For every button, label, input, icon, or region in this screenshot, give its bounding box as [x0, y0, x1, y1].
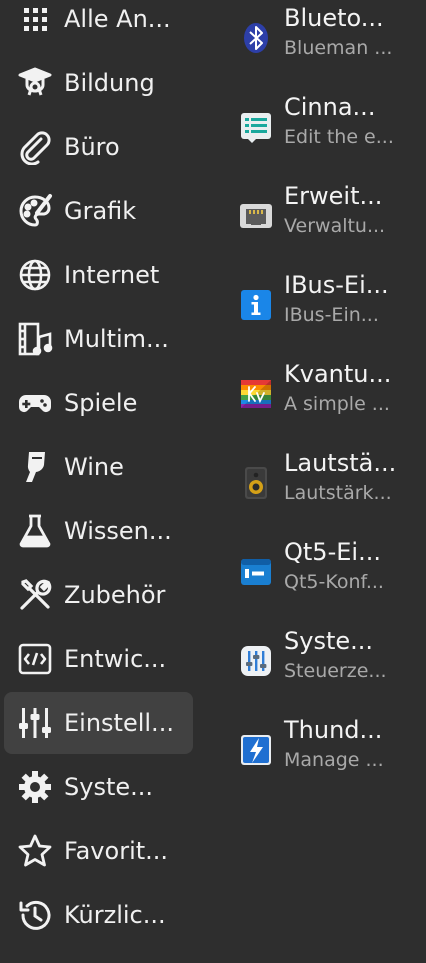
category-settings[interactable]: Einstell...: [4, 692, 193, 754]
app-description: Edit the e...: [284, 126, 394, 148]
app-description: A simple ...: [284, 393, 390, 415]
qt5-settings-icon: [238, 554, 274, 590]
category-label: Bildung: [64, 69, 155, 97]
category-label: Einstell...: [64, 709, 174, 737]
category-science[interactable]: Wissen...: [4, 500, 193, 562]
app-name: IBus-Ei...: [284, 271, 389, 299]
app-name: Thund...: [284, 716, 383, 744]
speaker-icon: [238, 465, 274, 501]
category-label: Kürzlic...: [64, 901, 166, 929]
category-label: Syste...: [64, 773, 154, 801]
category-label: Wissen...: [64, 517, 172, 545]
category-office[interactable]: Büro: [4, 116, 193, 178]
category-label: Favorit...: [64, 837, 169, 865]
app-description: Verwaltu...: [284, 215, 386, 237]
paperclip-icon: [17, 129, 53, 165]
tools-icon: [17, 577, 53, 613]
category-label: Spiele: [64, 389, 138, 417]
app-name: Lautstä...: [284, 449, 397, 477]
network-port-icon: [238, 198, 274, 234]
category-label: Entwic...: [64, 645, 167, 673]
app-description: Blueman ...: [284, 37, 393, 59]
code-icon: [17, 641, 53, 677]
app-name: Cinna...: [284, 93, 376, 121]
gamepad-icon: [17, 385, 53, 421]
graduation-cap-icon: [17, 65, 53, 101]
app-volume-control[interactable]: Lautstä... Lautstärk...: [230, 447, 420, 527]
app-description: Lautstärk...: [284, 482, 392, 504]
category-recent[interactable]: Kürzlic...: [4, 884, 193, 946]
app-cinnamon-menu-editor[interactable]: Cinna... Edit the e...: [230, 91, 420, 171]
category-system[interactable]: Syste...: [4, 756, 193, 818]
app-description: Manage ...: [284, 749, 384, 771]
category-development[interactable]: Entwic...: [4, 628, 193, 690]
gear-icon: [17, 769, 53, 805]
app-name: Kvantu...: [284, 360, 392, 388]
app-description: Steuerze...: [284, 660, 387, 682]
kvantum-icon: [238, 376, 274, 412]
category-wine[interactable]: Wine: [4, 436, 193, 498]
star-icon: [17, 833, 53, 869]
category-label: Zubehör: [64, 581, 166, 609]
cinnamon-menu-editor-icon: [238, 109, 274, 145]
history-icon: [17, 897, 53, 933]
app-description: IBus-Ein...: [284, 304, 379, 326]
thunderbolt-icon: [238, 732, 274, 768]
category-internet[interactable]: Internet: [4, 244, 193, 306]
app-name: Blueto...: [284, 4, 384, 32]
category-label: Multim...: [64, 325, 169, 353]
info-icon: [238, 287, 274, 323]
category-favorites[interactable]: Favorit...: [4, 820, 193, 882]
category-all-apps[interactable]: Alle An...: [4, 0, 193, 50]
app-advanced-network[interactable]: Erweit... Verwaltu...: [230, 180, 420, 260]
grid-icon: [17, 1, 53, 37]
sliders-icon: [17, 705, 53, 741]
app-kvantum[interactable]: Kvantu... A simple ...: [230, 358, 420, 438]
wine-glass-icon: [17, 449, 53, 485]
category-multimedia[interactable]: Multim...: [4, 308, 193, 370]
app-ibus-settings[interactable]: IBus-Ei... IBus-Ein...: [230, 269, 420, 349]
film-music-icon: [17, 321, 53, 357]
bluetooth-icon: [238, 20, 274, 56]
category-label: Grafik: [64, 197, 137, 225]
category-accessories[interactable]: Zubehör: [4, 564, 193, 626]
palette-icon: [17, 193, 53, 229]
app-name: Qt5-Ei...: [284, 538, 381, 566]
control-center-icon: [238, 643, 274, 679]
category-graphics[interactable]: Grafik: [4, 180, 193, 242]
app-name: Erweit...: [284, 182, 383, 210]
app-description: Qt5-Konf...: [284, 571, 384, 593]
app-name: Syste...: [284, 627, 374, 655]
app-bluetooth[interactable]: Blueto... Blueman ...: [230, 2, 420, 82]
flask-icon: [17, 513, 53, 549]
category-label: Internet: [64, 261, 160, 289]
app-system-settings[interactable]: Syste... Steuerze...: [230, 625, 420, 705]
category-label: Alle An...: [64, 5, 171, 33]
globe-icon: [17, 257, 53, 293]
category-label: Wine: [64, 453, 124, 481]
category-label: Büro: [64, 133, 120, 161]
app-thunderbolt[interactable]: Thund... Manage ...: [230, 714, 420, 794]
category-education[interactable]: Bildung: [4, 52, 193, 114]
app-qt5-settings[interactable]: Qt5-Ei... Qt5-Konf...: [230, 536, 420, 616]
category-games[interactable]: Spiele: [4, 372, 193, 434]
